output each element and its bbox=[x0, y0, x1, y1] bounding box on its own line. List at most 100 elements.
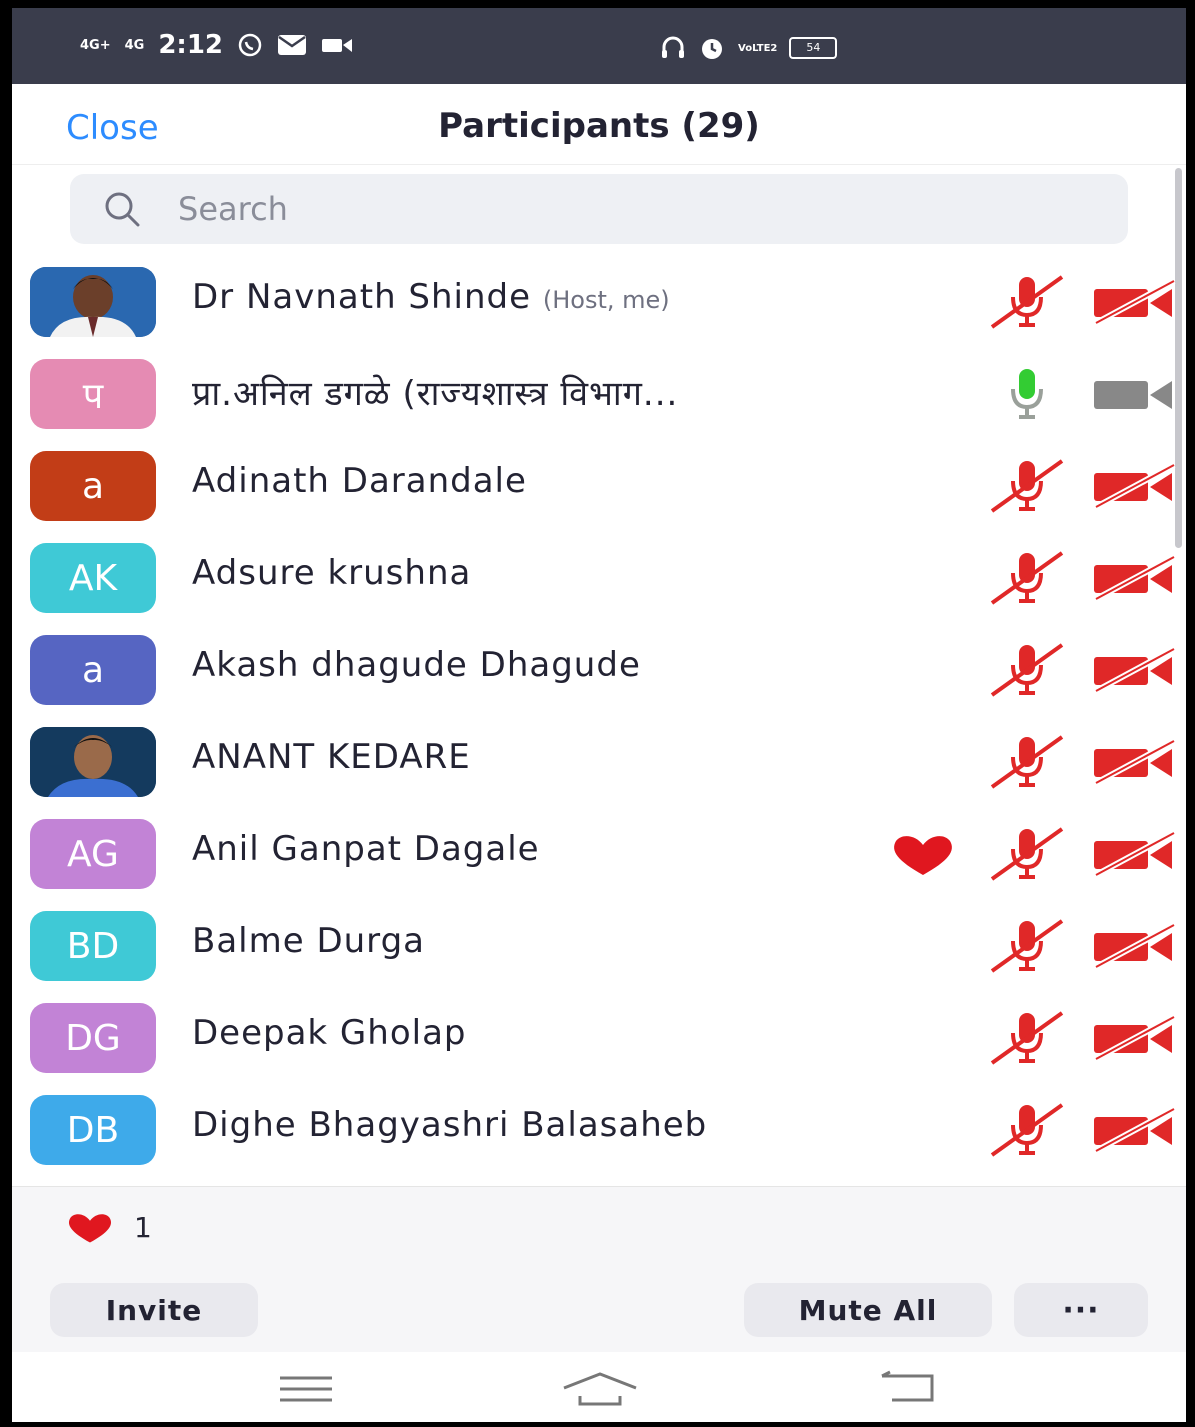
search-icon bbox=[105, 192, 140, 227]
list-item[interactable]: BD Balme Durga bbox=[12, 907, 1186, 999]
video-notification-icon bbox=[322, 39, 352, 52]
participant-name: ANANT KEDARE bbox=[192, 737, 471, 777]
participant-name-text: Dr Navnath Shinde bbox=[192, 277, 532, 317]
video-off-icon[interactable] bbox=[1092, 645, 1176, 695]
mic-muted-icon[interactable] bbox=[988, 547, 1066, 607]
mic-muted-icon[interactable] bbox=[988, 455, 1066, 515]
signal-1: 4G+ bbox=[80, 37, 111, 53]
page-title: Participants (29) bbox=[438, 106, 760, 146]
participant-name-text: Akash dhagude Dhagude bbox=[192, 645, 641, 685]
video-off-icon[interactable] bbox=[1092, 553, 1176, 603]
alarm-icon bbox=[702, 39, 722, 59]
mute-all-button[interactable]: Mute All bbox=[744, 1283, 992, 1337]
participant-name: Akash dhagude Dhagude bbox=[192, 645, 641, 685]
participant-name-text: प्रा.अनिल डगळे (राज्यशास्त्र विभाग... bbox=[192, 374, 679, 414]
app-window: 4G+ 4G 2:12 VoLTE2 54 Close Participants… bbox=[12, 8, 1186, 1422]
mic-muted-icon[interactable] bbox=[988, 915, 1066, 975]
avatar-initials: a bbox=[81, 649, 105, 691]
video-off-icon[interactable] bbox=[1092, 737, 1176, 787]
search-bar[interactable] bbox=[70, 174, 1128, 244]
list-item[interactable]: DG Deepak Gholap bbox=[12, 999, 1186, 1091]
list-item[interactable]: Dr Navnath Shinde (Host, me) bbox=[12, 263, 1186, 355]
clock: 2:12 bbox=[158, 30, 223, 60]
avatar-initials: AK bbox=[68, 557, 118, 599]
participant-name-text: Deepak Gholap bbox=[192, 1013, 467, 1053]
participant-name-text: Anil Ganpat Dagale bbox=[192, 829, 540, 869]
participant-name-text: Dighe Bhagyashri Balasaheb bbox=[192, 1105, 708, 1145]
list-item[interactable]: AK Adsure krushna bbox=[12, 539, 1186, 631]
mic-muted-icon[interactable] bbox=[988, 1007, 1066, 1067]
video-off-icon[interactable] bbox=[1092, 921, 1176, 971]
avatar: a bbox=[30, 635, 156, 705]
battery-icon: 54 bbox=[789, 37, 838, 59]
video-inactive-icon[interactable] bbox=[1092, 369, 1176, 419]
avatar bbox=[30, 267, 156, 337]
participant-name-text: Adsure krushna bbox=[192, 553, 472, 593]
avatar: a bbox=[30, 451, 156, 521]
avatar-initials: a bbox=[81, 465, 105, 507]
video-off-icon[interactable] bbox=[1092, 1105, 1176, 1155]
participant-name-text: ANANT KEDARE bbox=[192, 737, 471, 777]
photo-avatar-2 bbox=[30, 727, 156, 797]
avatar: DG bbox=[30, 1003, 156, 1073]
video-off-icon[interactable] bbox=[1092, 461, 1176, 511]
status-bar: 4G+ 4G 2:12 VoLTE2 54 bbox=[12, 8, 1186, 84]
mic-active-icon[interactable] bbox=[988, 363, 1066, 423]
mic-muted-icon[interactable] bbox=[988, 731, 1066, 791]
reaction-count: 1 bbox=[134, 1211, 152, 1244]
participant-name: प्रा.अनिल डगळे (राज्यशास्त्र विभाग... bbox=[192, 369, 678, 415]
list-item[interactable]: प प्रा.अनिल डगळे (राज्यशास्त्र विभाग... bbox=[12, 355, 1186, 447]
avatar-initials: DB bbox=[66, 1109, 120, 1151]
reaction-summary: 1 bbox=[62, 1211, 152, 1244]
search-input[interactable] bbox=[176, 189, 980, 229]
avatar bbox=[30, 727, 156, 797]
participant-name-text: Balme Durga bbox=[192, 921, 425, 961]
participant-name: Adinath Darandale bbox=[192, 461, 527, 501]
video-off-icon[interactable] bbox=[1092, 1013, 1176, 1063]
whatsapp-icon bbox=[238, 33, 262, 57]
status-right: VoLTE2 54 bbox=[660, 34, 838, 62]
avatar: DB bbox=[30, 1095, 156, 1165]
more-options-button[interactable]: ··· bbox=[1014, 1283, 1148, 1337]
avatar: AG bbox=[30, 819, 156, 889]
back-nav-icon[interactable] bbox=[878, 1370, 938, 1404]
participant-name: Balme Durga bbox=[192, 921, 425, 961]
system-nav-bar bbox=[12, 1352, 1186, 1422]
status-left: 4G+ 4G 2:12 bbox=[80, 30, 353, 60]
home-nav-icon[interactable] bbox=[560, 1370, 640, 1406]
signal-2: 4G bbox=[124, 37, 145, 53]
participant-name: Deepak Gholap bbox=[192, 1013, 467, 1053]
list-item[interactable]: a Adinath Darandale bbox=[12, 447, 1186, 539]
invite-button[interactable]: Invite bbox=[50, 1283, 258, 1337]
avatar: AK bbox=[30, 543, 156, 613]
heart-icon bbox=[68, 1213, 112, 1243]
participant-name: Dighe Bhagyashri Balasaheb bbox=[192, 1105, 707, 1145]
list-item[interactable]: DB Dighe Bhagyashri Balasaheb bbox=[12, 1091, 1186, 1183]
photo-avatar-1 bbox=[30, 267, 156, 337]
menu-nav-icon[interactable] bbox=[278, 1374, 334, 1404]
list-item[interactable]: a Akash dhagude Dhagude bbox=[12, 631, 1186, 723]
participant-name: Dr Navnath Shinde (Host, me) bbox=[192, 277, 670, 317]
participant-name: Anil Ganpat Dagale bbox=[192, 829, 540, 869]
mail-icon bbox=[278, 35, 306, 55]
heart-reaction-icon bbox=[894, 836, 952, 875]
avatar-initials: DG bbox=[65, 1017, 121, 1059]
mic-muted-icon[interactable] bbox=[988, 271, 1066, 331]
participant-name: Adsure krushna bbox=[192, 553, 471, 593]
avatar: BD bbox=[30, 911, 156, 981]
host-tag: (Host, me) bbox=[542, 286, 670, 314]
avatar-initials: BD bbox=[66, 925, 120, 967]
list-item[interactable]: ANANT KEDARE bbox=[12, 723, 1186, 815]
list-item[interactable]: AG Anil Ganpat Dagale bbox=[12, 815, 1186, 907]
avatar-initials: AG bbox=[67, 833, 119, 875]
battery-level: 54 bbox=[806, 41, 821, 54]
video-off-icon[interactable] bbox=[1092, 829, 1176, 879]
headset-icon bbox=[662, 36, 684, 58]
mic-muted-icon[interactable] bbox=[988, 1099, 1066, 1159]
video-off-icon[interactable] bbox=[1092, 277, 1176, 327]
participant-name-text: Adinath Darandale bbox=[192, 461, 527, 501]
header: Close Participants (29) bbox=[12, 84, 1186, 165]
mic-muted-icon[interactable] bbox=[988, 823, 1066, 883]
volte-label: VoLTE2 bbox=[738, 42, 778, 54]
mic-muted-icon[interactable] bbox=[988, 639, 1066, 699]
